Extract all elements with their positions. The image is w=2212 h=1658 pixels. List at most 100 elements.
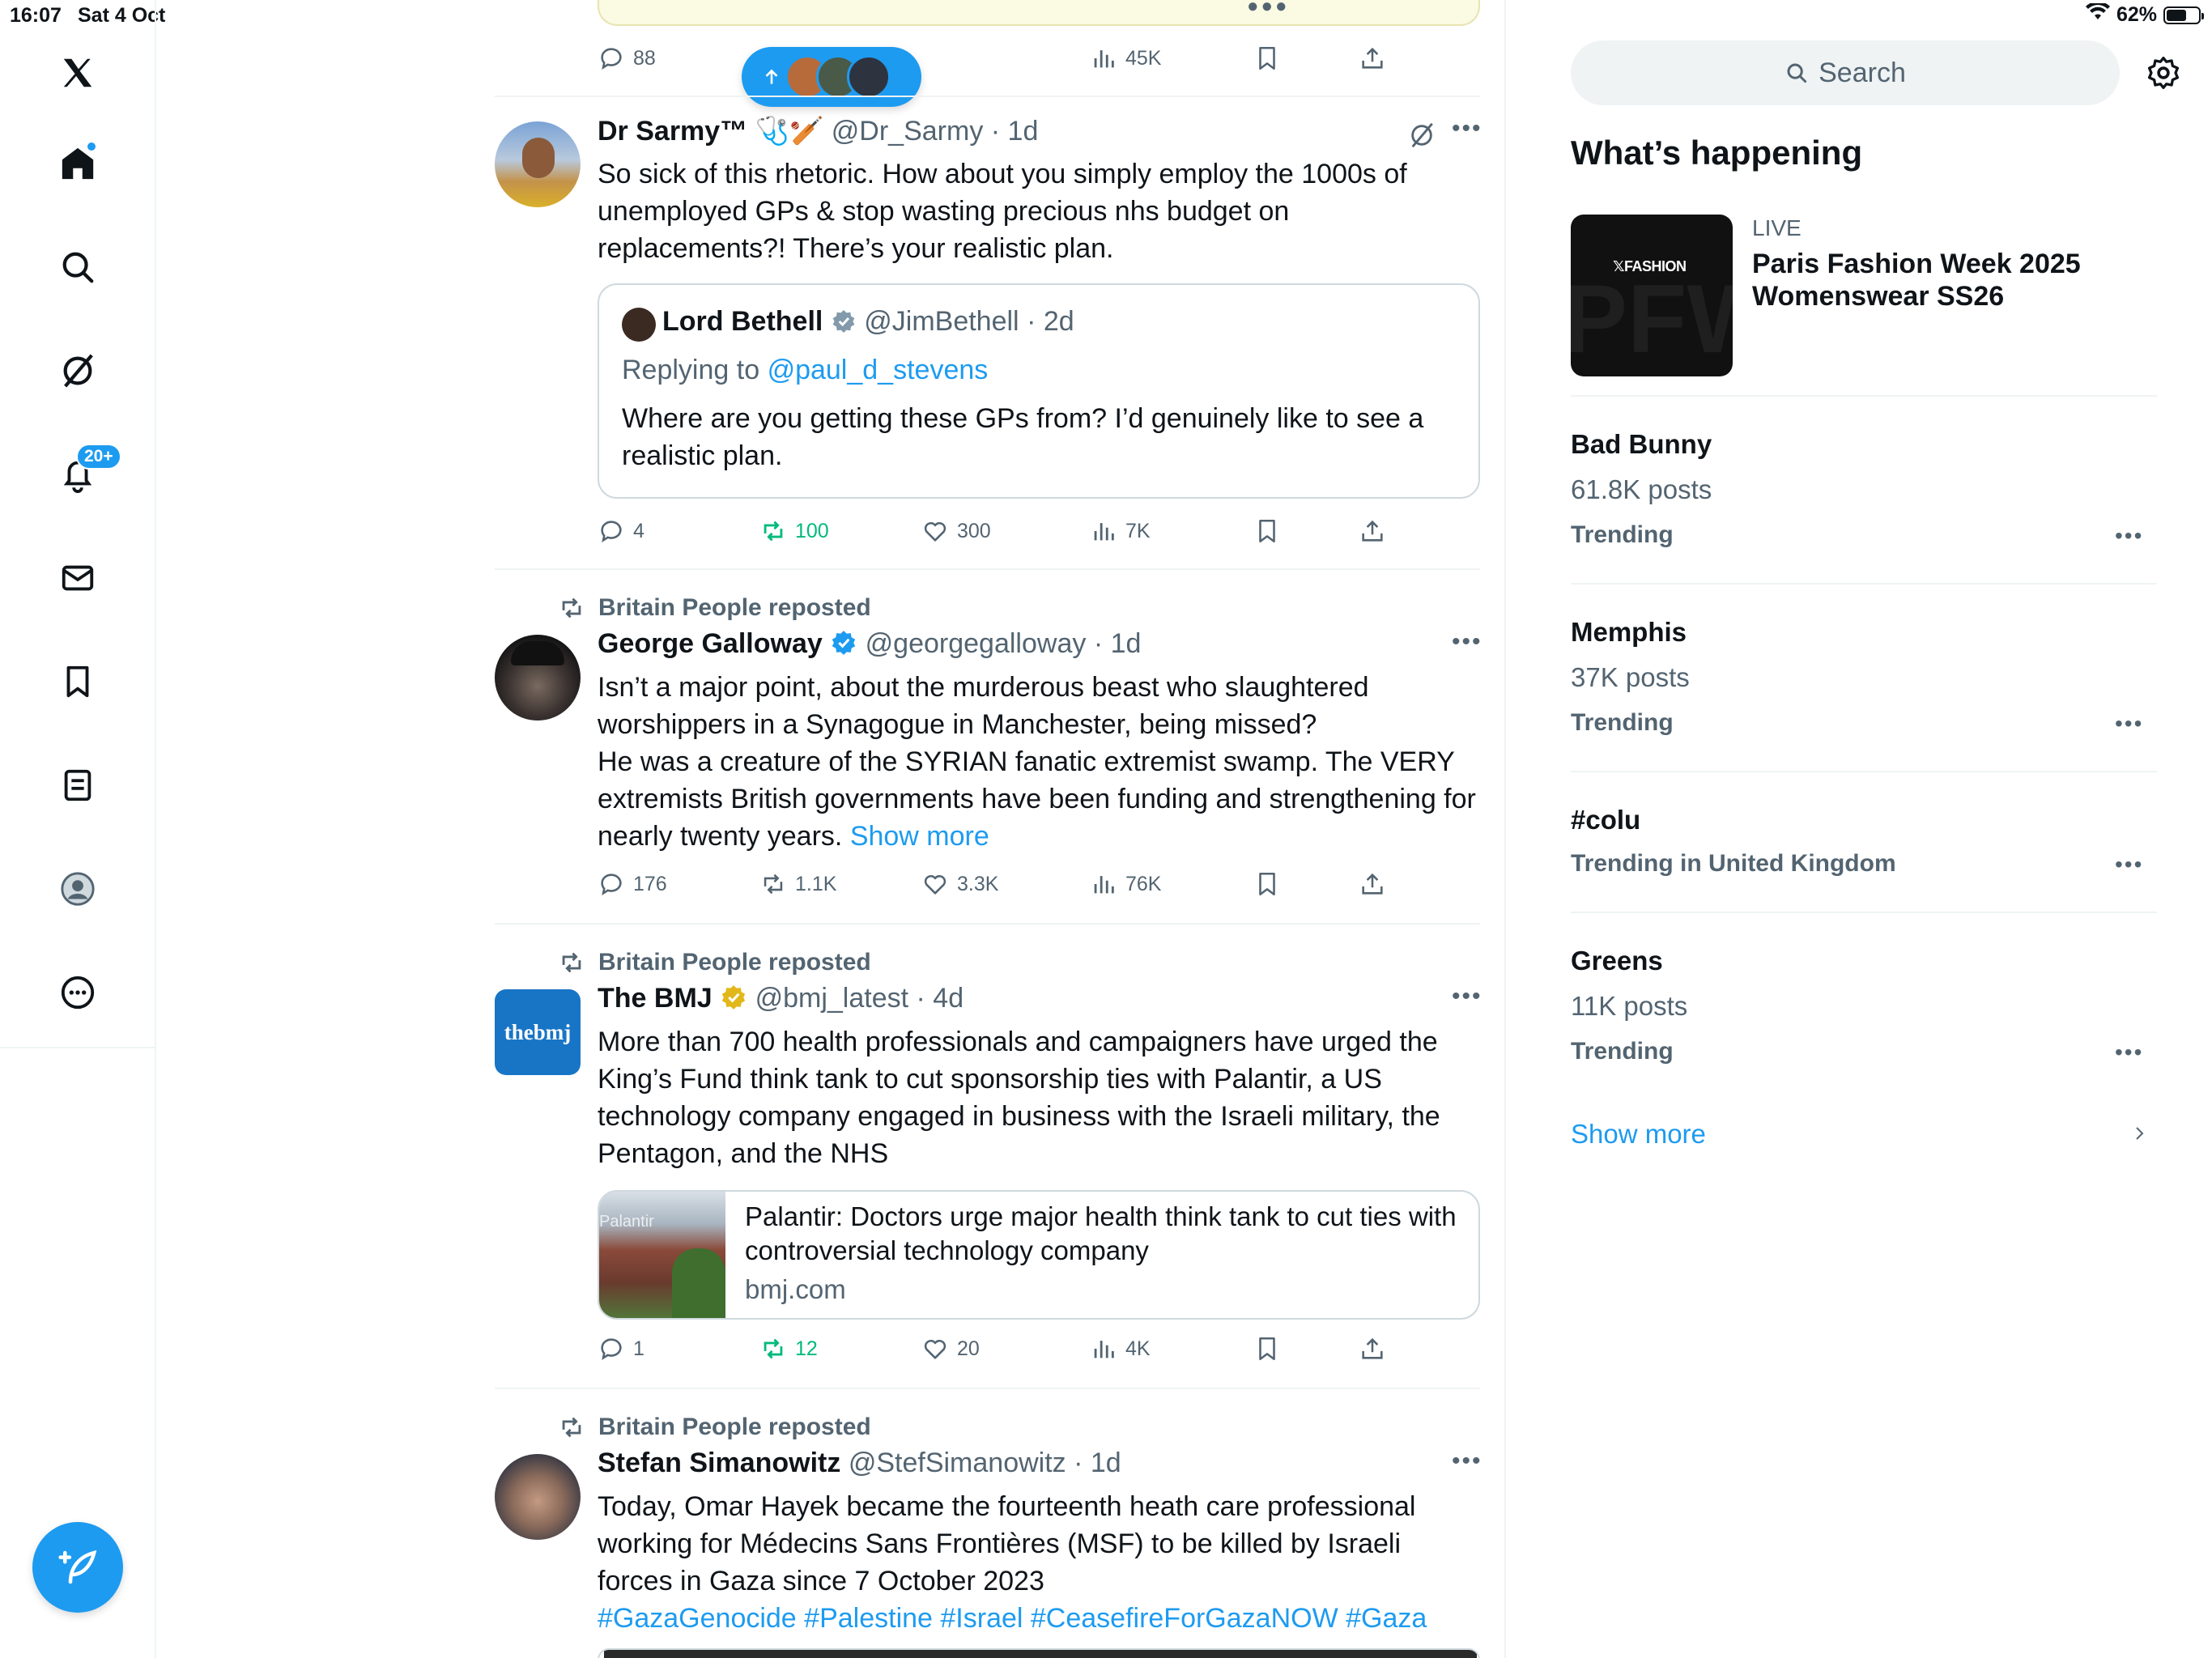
avatar[interactable] bbox=[495, 121, 581, 207]
tweet-header: Dr Sarmy™ 🩺🏏 @Dr_Sarmy · 1d bbox=[598, 115, 1038, 147]
settings-gear-icon[interactable] bbox=[2146, 55, 2181, 91]
share-icon bbox=[1362, 1337, 1383, 1359]
compose-button[interactable] bbox=[32, 1522, 123, 1613]
author-name[interactable]: Stefan Simanowitz bbox=[598, 1448, 840, 1478]
like-count: 300 bbox=[957, 519, 991, 542]
notifications-icon[interactable]: 20+ bbox=[53, 444, 121, 499]
reply-button[interactable]: 1 bbox=[598, 1331, 644, 1367]
trend-divider bbox=[1571, 395, 2157, 397]
show-more-link[interactable]: Show more bbox=[1571, 1119, 1706, 1150]
more-options-icon[interactable]: ••• bbox=[1452, 983, 1482, 1010]
compose-icon bbox=[58, 1550, 97, 1584]
reply-button[interactable]: 4 bbox=[598, 513, 644, 549]
author-name[interactable]: Dr Sarmy™ bbox=[598, 116, 747, 147]
author-handle[interactable]: @georgegalloway bbox=[866, 628, 1087, 659]
tweet-media-preview[interactable] bbox=[598, 1648, 1480, 1658]
avatar[interactable]: thebmj bbox=[495, 989, 581, 1075]
like-button[interactable]: 3.3K bbox=[921, 866, 998, 902]
bookmark-button[interactable] bbox=[1253, 40, 1281, 76]
tweet-divider bbox=[495, 568, 1480, 570]
home-icon[interactable] bbox=[53, 139, 102, 188]
show-more-link[interactable]: Show more bbox=[850, 821, 989, 852]
new-posts-pill[interactable] bbox=[742, 47, 921, 107]
quote-tweet[interactable]: Lord Bethell @JimBethell · 2d Replying t… bbox=[598, 283, 1480, 499]
replying-to-handle[interactable]: @paul_d_stevens bbox=[768, 355, 989, 385]
messages-icon[interactable] bbox=[53, 554, 102, 602]
profile-icon[interactable] bbox=[53, 865, 102, 913]
live-event-image-bg-text: PFW bbox=[1571, 265, 1733, 373]
media-dots-icon: ●●● bbox=[1247, 0, 1290, 17]
views-button[interactable]: 7K bbox=[1090, 513, 1151, 549]
trend-more-icon[interactable]: ••• bbox=[2115, 523, 2143, 549]
quote-author-handle: @JimBethell bbox=[864, 306, 1019, 337]
bookmark-button[interactable] bbox=[1253, 866, 1281, 902]
author-handle[interactable]: @StefSimanowitz bbox=[849, 1448, 1066, 1478]
x-logo-icon[interactable] bbox=[53, 49, 102, 97]
tweet-text-main: Today, Omar Hayek became the fourteenth … bbox=[598, 1491, 1416, 1596]
repost-icon bbox=[764, 1338, 783, 1359]
tweet-header: George Galloway @georgegalloway · 1d bbox=[598, 628, 1141, 660]
repost-button[interactable]: 100 bbox=[759, 513, 829, 549]
like-button[interactable]: 20 bbox=[921, 1331, 980, 1367]
like-button[interactable]: 300 bbox=[921, 513, 991, 549]
views-count: 76K bbox=[1125, 872, 1162, 895]
repost-button[interactable]: 12 bbox=[759, 1331, 818, 1367]
grok-icon[interactable] bbox=[53, 346, 102, 395]
share-button[interactable] bbox=[1359, 40, 1386, 76]
share-button[interactable] bbox=[1359, 513, 1386, 549]
more-options-icon[interactable]: ••• bbox=[1452, 115, 1482, 142]
avatar[interactable] bbox=[495, 1454, 581, 1540]
hashtags[interactable]: #GazaGenocide #Palestine #Israel #Ceasef… bbox=[598, 1600, 1480, 1637]
previous-tweet-media[interactable]: ●●● bbox=[598, 0, 1480, 26]
live-event-image-label: FASHION bbox=[1624, 258, 1687, 274]
lists-icon[interactable] bbox=[53, 761, 102, 810]
repost-icon bbox=[764, 874, 783, 895]
trend-name: Memphis bbox=[1571, 617, 1687, 647]
share-button[interactable] bbox=[1359, 866, 1386, 902]
author-handle[interactable]: @Dr_Sarmy bbox=[832, 116, 984, 147]
more-options-icon[interactable]: ••• bbox=[1452, 628, 1482, 656]
search-icon bbox=[1787, 63, 1807, 83]
author-name[interactable]: The BMJ bbox=[598, 983, 713, 1014]
link-card-title: Palantir: Doctors urge major health thin… bbox=[745, 1201, 1457, 1265]
views-button[interactable]: 76K bbox=[1090, 866, 1161, 902]
views-button[interactable]: 4K bbox=[1090, 1331, 1151, 1367]
reply-button[interactable]: 176 bbox=[598, 866, 667, 902]
trend-more-icon[interactable]: ••• bbox=[2115, 1039, 2143, 1065]
repost-button[interactable]: 1.1K bbox=[759, 866, 836, 902]
trend-posts: 61.8K posts bbox=[1571, 474, 1712, 504]
tweet-header: The BMJ @bmj_latest · 4d bbox=[598, 983, 963, 1014]
heart-icon bbox=[924, 521, 946, 542]
repost-label[interactable]: Britain People reposted bbox=[598, 949, 871, 976]
bookmark-icon bbox=[1259, 46, 1275, 70]
reply-button[interactable]: 88 bbox=[598, 40, 656, 76]
bookmark-button[interactable] bbox=[1253, 513, 1281, 549]
more-options-icon[interactable]: ••• bbox=[1452, 1448, 1482, 1475]
trend-more-icon[interactable]: ••• bbox=[2115, 711, 2143, 737]
avatar[interactable] bbox=[495, 635, 581, 721]
search-input[interactable]: Search bbox=[1571, 40, 2120, 105]
bookmark-button[interactable] bbox=[1253, 1331, 1281, 1367]
trend-context: Trending bbox=[1571, 521, 1674, 548]
author-name[interactable]: George Galloway bbox=[598, 628, 823, 659]
grok-icon[interactable] bbox=[1408, 121, 1436, 149]
repost-label[interactable]: Britain People reposted bbox=[598, 1414, 871, 1441]
repost-label[interactable]: Britain People reposted bbox=[598, 594, 871, 622]
tweet-text-line: He was a creature of the SYRIAN fanatic … bbox=[598, 746, 1476, 852]
author-handle[interactable]: @bmj_latest bbox=[755, 983, 908, 1014]
link-card-domain: bmj.com bbox=[745, 1274, 846, 1304]
repost-context: Britain People reposted bbox=[558, 949, 871, 976]
views-button[interactable]: 45K bbox=[1090, 40, 1161, 76]
repost-icon bbox=[562, 952, 581, 973]
share-icon bbox=[1362, 873, 1383, 895]
trend-more-icon[interactable]: ••• bbox=[2115, 852, 2143, 878]
repost-icon bbox=[764, 521, 783, 542]
link-card[interactable]: Palantir Palantir: Doctors urge major he… bbox=[598, 1190, 1480, 1320]
share-button[interactable] bbox=[1359, 1331, 1386, 1367]
trend-posts: 11K posts bbox=[1571, 991, 1688, 1021]
verified-org-badge-icon bbox=[721, 985, 746, 1010]
bookmarks-icon[interactable] bbox=[53, 657, 102, 706]
quote-text: Where are you getting these GPs from? I’… bbox=[622, 403, 1424, 471]
search-icon[interactable] bbox=[53, 243, 102, 291]
more-icon[interactable] bbox=[53, 968, 102, 1017]
